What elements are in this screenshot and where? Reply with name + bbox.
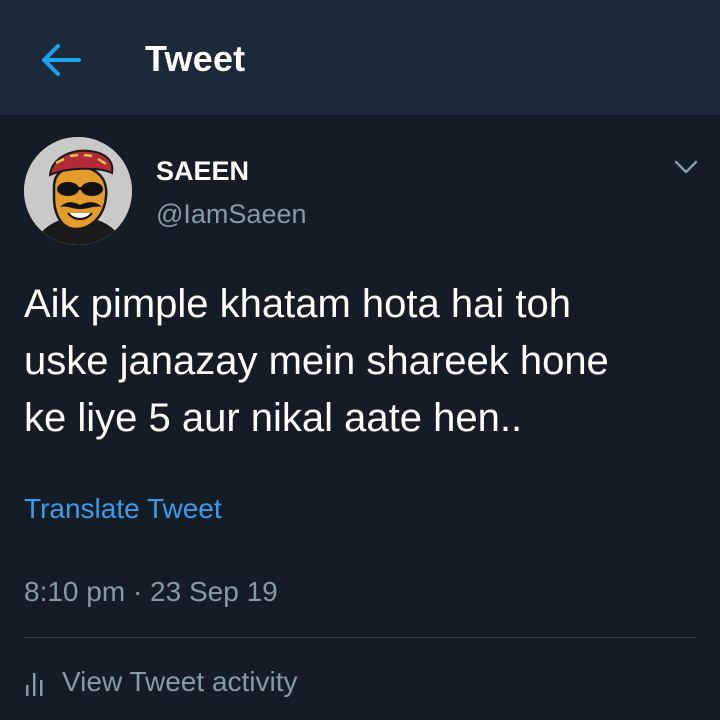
tweet-text-line: uske janazay mein shareek hone xyxy=(24,339,609,383)
view-tweet-activity-label: View Tweet activity xyxy=(62,666,298,697)
arrow-left-icon xyxy=(42,44,81,76)
divider xyxy=(24,637,696,638)
author-handle[interactable]: @IamSaeen xyxy=(156,199,307,230)
tweet-timestamp: 8:10 pm · 23 Sep 19 xyxy=(24,576,278,607)
top-app-bar: Tweet xyxy=(0,0,720,116)
page-title: Tweet xyxy=(145,38,246,79)
avatar[interactable] xyxy=(24,137,132,245)
tweet-text-line: Aik pimple khatam hota hai toh xyxy=(24,282,571,326)
back-button[interactable] xyxy=(36,40,84,80)
chevron-down-icon xyxy=(674,160,698,174)
translate-tweet-link[interactable]: Translate Tweet xyxy=(24,493,222,525)
view-tweet-activity-button[interactable]: View Tweet activity xyxy=(24,662,298,702)
author-display-name[interactable]: SAEEN xyxy=(156,156,249,187)
cartoon-man-avatar xyxy=(24,137,132,245)
tweet-text: Aik pimple khatam hota hai toh uske jana… xyxy=(24,276,694,447)
tweet-text-line: ke liye 5 aur nikal aate hen.. xyxy=(24,396,523,440)
tweet-menu-button[interactable] xyxy=(668,152,704,182)
bar-chart-icon xyxy=(24,667,50,697)
